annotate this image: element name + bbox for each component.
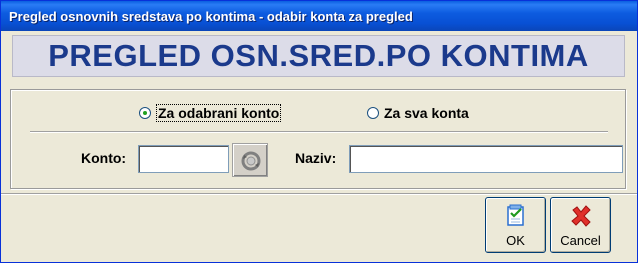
banner-title: PREGLED OSN.SRED.PO KONTIMA (48, 38, 589, 73)
title-bar[interactable]: Pregled osnovnih sredstava po kontima - … (1, 1, 637, 31)
konto-lookup-button[interactable] (232, 143, 268, 177)
konto-label: Konto: (81, 150, 127, 166)
radio-selected-label: Za odabrani konto (156, 104, 282, 122)
radio-selected-account[interactable]: Za odabrani konto (139, 104, 289, 122)
options-separator (30, 131, 608, 133)
radio-all-label: Za sva konta (384, 105, 469, 121)
radio-button-unchecked[interactable] (367, 107, 379, 119)
red-x-icon (571, 205, 591, 227)
ok-label: OK (506, 233, 525, 248)
radio-button-checked[interactable] (139, 107, 151, 119)
refresh-lookup-icon (241, 151, 261, 171)
options-panel (10, 89, 626, 189)
radio-all-accounts[interactable]: Za sva konta (367, 105, 487, 121)
button-divider (1, 193, 637, 195)
konto-input[interactable] (138, 145, 229, 173)
check-document-icon (507, 204, 524, 226)
naziv-input[interactable] (349, 145, 623, 173)
window-title: Pregled osnovnih sredstava po kontima - … (9, 9, 413, 24)
naziv-label: Naziv: (295, 150, 337, 166)
dialog-window: Pregled osnovnih sredstava po kontima - … (0, 0, 638, 263)
cancel-label: Cancel (560, 233, 601, 248)
ok-button[interactable]: OK (485, 197, 546, 253)
report-banner: PREGLED OSN.SRED.PO KONTIMA (12, 35, 625, 77)
cancel-button[interactable]: Cancel (550, 197, 611, 253)
